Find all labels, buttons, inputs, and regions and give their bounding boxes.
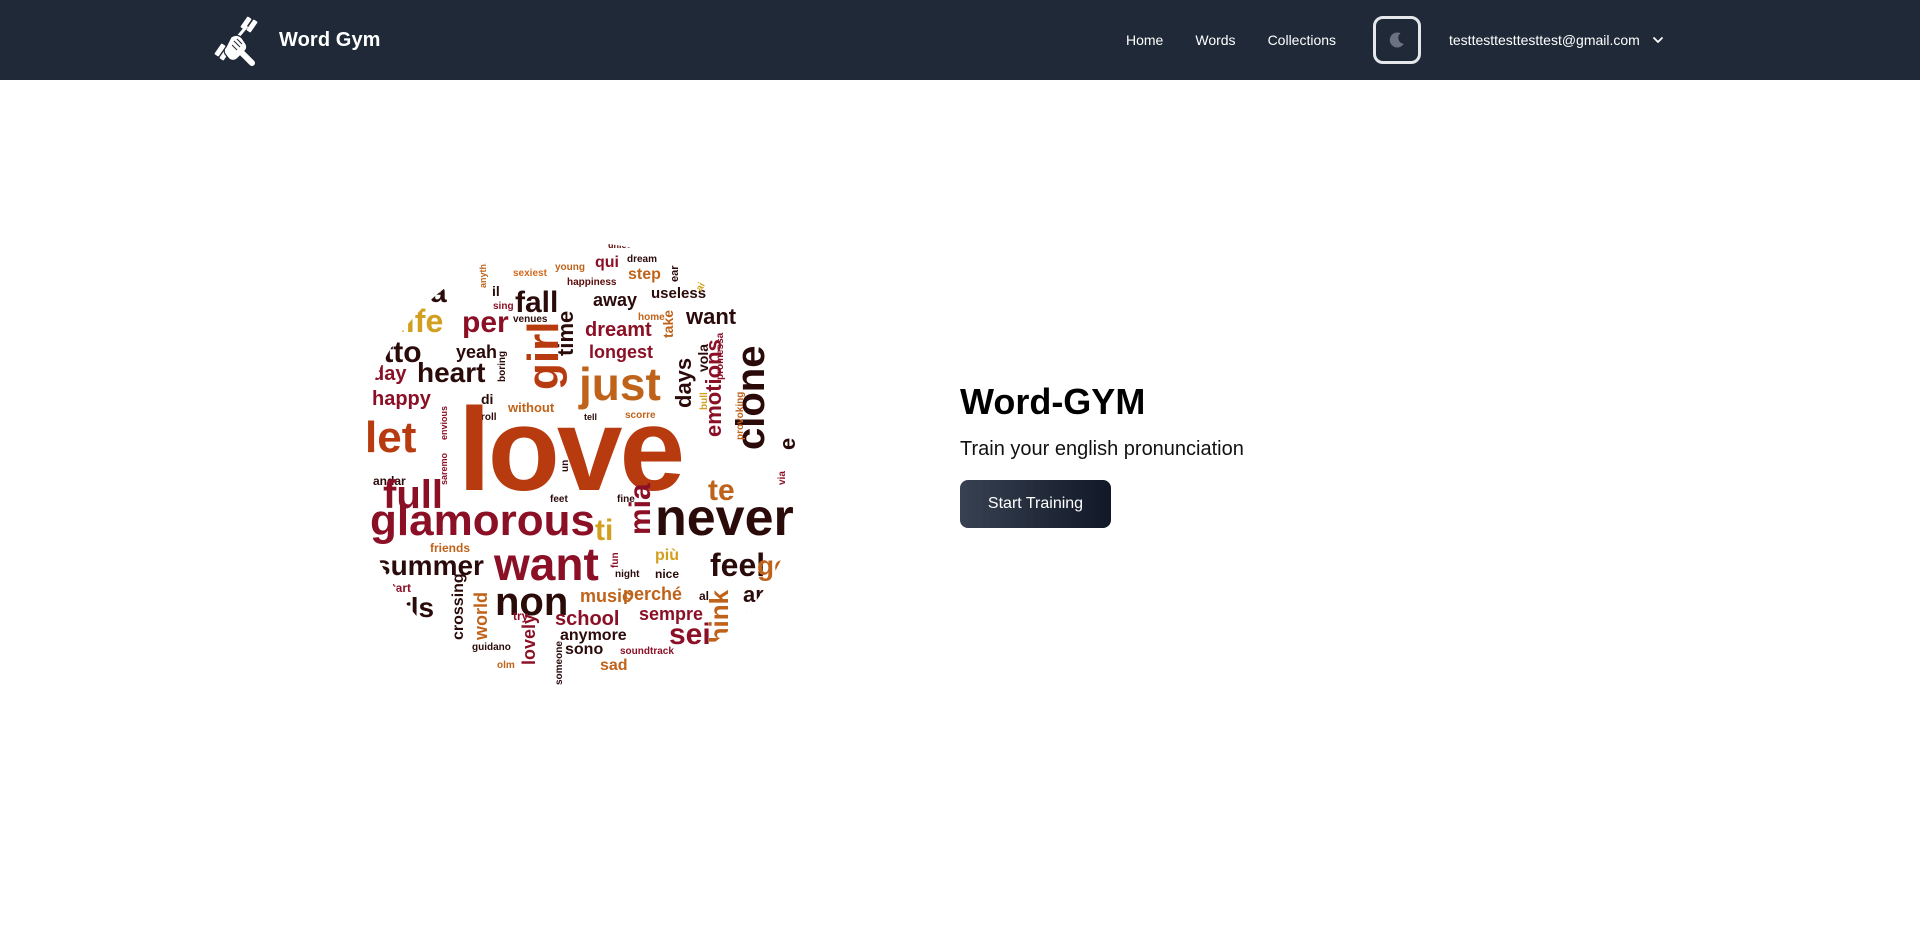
svg-text:happy: happy (372, 388, 432, 410)
svg-text:olm: olm (497, 660, 515, 671)
svg-text:perché: perché (623, 584, 682, 604)
page-subtitle: Train your english pronunciation (960, 438, 1244, 460)
svg-text:sexiest: sexiest (513, 268, 548, 279)
svg-text:day: day (372, 363, 407, 385)
svg-text:crossing: crossing (450, 573, 467, 640)
svg-text:più: più (655, 547, 679, 564)
brand-home-link[interactable]: Word Gym (213, 13, 381, 67)
dumbbell-hand-icon (213, 15, 259, 66)
svg-text:envious: envious (439, 406, 449, 440)
svg-text:step: step (628, 266, 661, 283)
svg-text:life: life (397, 303, 443, 339)
svg-text:un: un (560, 460, 571, 472)
svg-text:bull: bull (699, 392, 710, 410)
svg-text:il: il (492, 283, 500, 299)
svg-text:guidano: guidano (472, 642, 511, 653)
svg-text:never: never (655, 489, 794, 547)
top-navbar: Word Gym Home Words Collections testtest… (0, 0, 1920, 80)
svg-text:want: want (685, 304, 737, 329)
brand-name: Word Gym (279, 28, 381, 51)
svg-text:sad: sad (600, 657, 628, 674)
svg-text:d: d (395, 637, 401, 648)
svg-text:sono: sono (565, 641, 603, 658)
svg-text:ear: ear (669, 265, 681, 282)
user-email: testtesttesttesttest@gmail.com (1449, 32, 1640, 48)
svg-text:baby: baby (395, 619, 423, 633)
svg-text:world: world (471, 592, 491, 641)
svg-text:take: take (660, 310, 676, 338)
svg-text:per: per (462, 306, 509, 339)
svg-text:ci: ci (515, 453, 532, 475)
nav-link-words[interactable]: Words (1179, 0, 1251, 80)
svg-text:boring: boring (497, 351, 508, 382)
svg-text:unice: unice (608, 240, 632, 250)
svg-text:ge: ge (757, 550, 790, 581)
svg-text:fun: fun (610, 552, 621, 568)
svg-text:night: night (615, 569, 640, 580)
page-title: Word-GYM (960, 381, 1146, 422)
svg-text:mia: mia (624, 483, 657, 535)
svg-text:someone: someone (554, 641, 565, 685)
nav-link-home[interactable]: Home (1110, 0, 1179, 80)
svg-text:anythi: anythi (478, 261, 488, 288)
svg-text:away: away (593, 290, 637, 310)
svg-text:let: let (365, 413, 417, 462)
moon-icon (1389, 32, 1404, 48)
svg-text:dream: dream (627, 254, 657, 265)
svg-text:soundtrack: soundtrack (620, 646, 674, 657)
svg-text:provoking: provoking (735, 392, 746, 440)
word-cloud-graphic: unice dream qui young sexiest happiness … (358, 240, 800, 685)
svg-text:sei: sei (669, 618, 711, 651)
svg-text:emotions: emotions (701, 339, 726, 437)
theme-toggle-button[interactable] (1373, 16, 1421, 64)
hero-content: Word-GYM Train your english pronunciatio… (960, 380, 1460, 528)
start-training-button[interactable]: Start Training (960, 480, 1111, 528)
svg-text:via: via (777, 471, 788, 485)
svg-text:girl: girl (519, 322, 568, 390)
chevron-down-icon (1652, 37, 1663, 43)
user-menu[interactable]: testtesttesttesttest@gmail.com (1449, 0, 1664, 80)
svg-text:qui: qui (595, 254, 619, 271)
svg-text:bad: bad (720, 645, 741, 659)
svg-text:m: m (745, 604, 765, 629)
svg-text:girls: girls (375, 592, 434, 623)
word-cloud-image: unice dream qui young sexiest happiness … (355, 240, 810, 690)
svg-text:e: e (775, 438, 800, 450)
nav-link-collections[interactable]: Collections (1252, 0, 1352, 80)
svg-text:young: young (555, 262, 585, 273)
svg-text:summer: summer (375, 550, 484, 581)
svg-text:nice: nice (655, 567, 679, 581)
svg-text:happiness: happiness (567, 277, 617, 288)
svg-text:lovely: lovely (519, 614, 539, 665)
main-nav: Home Words Collections (1110, 0, 1352, 80)
svg-text:dreamt: dreamt (585, 319, 652, 341)
